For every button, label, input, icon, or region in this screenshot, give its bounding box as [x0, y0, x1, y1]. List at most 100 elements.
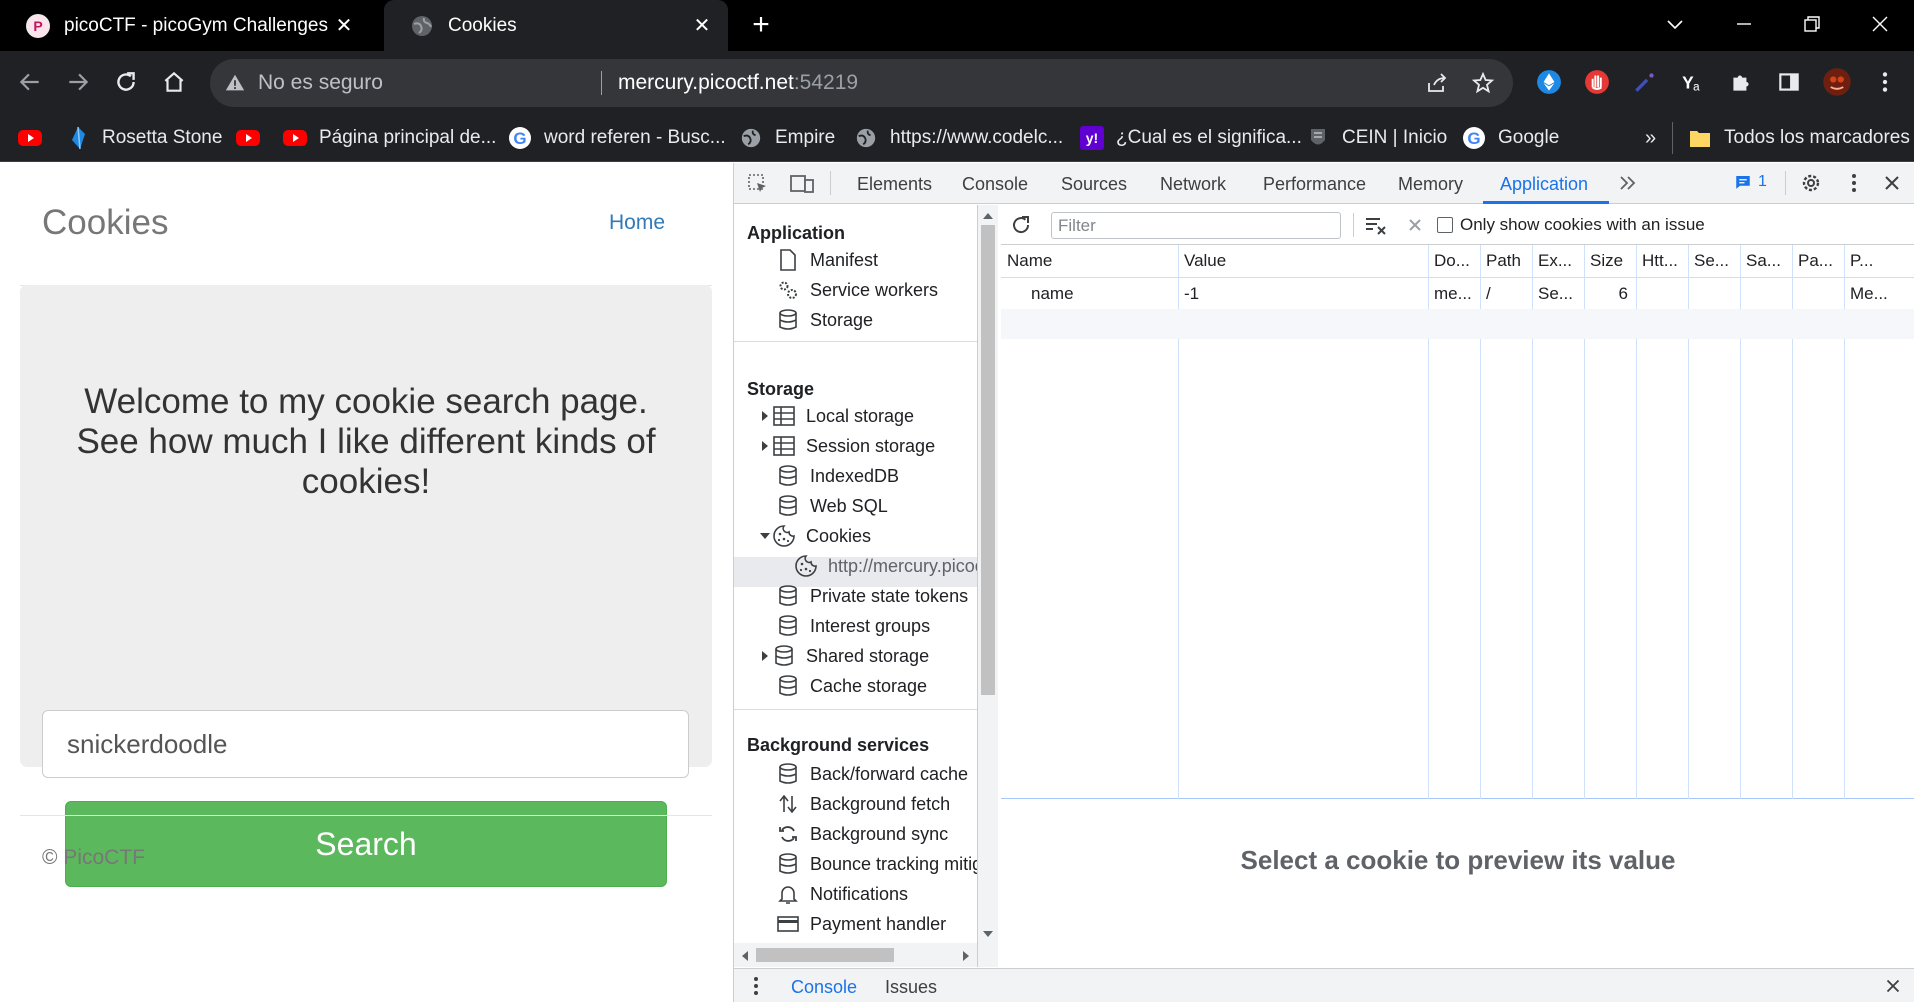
column-header-domain[interactable]: Do...: [1428, 245, 1480, 278]
column-header-priority[interactable]: P...: [1844, 245, 1914, 278]
sidebar-item-web-sql[interactable]: Web SQL: [776, 491, 888, 521]
sidebar-item-interest-groups[interactable]: Interest groups: [776, 611, 930, 641]
gear-icon[interactable]: [1799, 171, 1823, 195]
issues-badge[interactable]: 1: [1734, 173, 1767, 191]
scroll-right-icon[interactable]: [963, 951, 969, 961]
bookmark-codelco[interactable]: https://www.codelc...: [854, 124, 1063, 152]
sidebar-item-payment-handler[interactable]: Payment handler: [776, 909, 946, 939]
refresh-icon[interactable]: [1009, 213, 1033, 237]
avatar[interactable]: [1821, 66, 1853, 98]
new-tab-button[interactable]: +: [746, 10, 776, 40]
chevron-down-icon[interactable]: [1663, 12, 1687, 36]
tab-cookies[interactable]: Cookies ✕: [384, 0, 728, 51]
bookmark-word-referen[interactable]: G word referen - Busc...: [508, 124, 726, 152]
bookmark-cein[interactable]: CEIN | Inicio: [1306, 124, 1447, 152]
extension-translate-icon[interactable]: Ya: [1677, 66, 1709, 98]
share-icon[interactable]: [1425, 71, 1449, 95]
sidebar-item-local-storage[interactable]: Local storage: [758, 401, 914, 431]
sidebar-item-cookie-origin[interactable]: http://mercury.picoctf.net:54219: [794, 551, 977, 581]
tab-memory[interactable]: Memory: [1398, 174, 1463, 195]
more-tabs-icon[interactable]: [1616, 171, 1640, 195]
scroll-down-icon[interactable]: [983, 931, 993, 937]
close-icon[interactable]: ✕: [690, 14, 714, 38]
window-close-icon[interactable]: [1868, 12, 1892, 36]
caret-down-icon[interactable]: [758, 531, 772, 541]
extension-eyedropper-icon[interactable]: [1629, 66, 1661, 98]
cell-priority[interactable]: Me...: [1844, 279, 1914, 309]
extension-ethereum-icon[interactable]: [1533, 66, 1565, 98]
scroll-up-icon[interactable]: [983, 213, 993, 219]
bookmark-google[interactable]: G Google: [1462, 124, 1559, 152]
sidebar-item-manifest[interactable]: Manifest: [776, 245, 878, 275]
close-drawer-icon[interactable]: [1882, 975, 1904, 997]
bookmark-yahoo[interactable]: y! ¿Cual es el significa...: [1080, 124, 1302, 152]
bookmark-youtube-1[interactable]: [18, 124, 54, 152]
inspect-element-icon[interactable]: [746, 172, 770, 196]
clear-all-icon[interactable]: [1403, 213, 1427, 237]
home-icon[interactable]: [158, 66, 190, 98]
column-header-path[interactable]: Path: [1480, 245, 1532, 278]
page-brand[interactable]: Cookies: [42, 203, 168, 243]
kebab-menu-icon[interactable]: [1842, 171, 1866, 195]
sidebar-item-cache-storage[interactable]: Cache storage: [776, 671, 927, 701]
minimize-icon[interactable]: [1732, 12, 1756, 36]
clear-filtered-icon[interactable]: [1363, 213, 1389, 237]
cell-name[interactable]: name: [1025, 279, 1175, 309]
scroll-left-icon[interactable]: [742, 951, 748, 961]
tab-picoctf[interactable]: P picoCTF - picoGym Challenges ✕: [0, 0, 370, 51]
back-icon[interactable]: [14, 66, 46, 98]
sidebar-item-indexeddb[interactable]: IndexedDB: [776, 461, 899, 491]
caret-right-icon[interactable]: [758, 410, 772, 422]
sidebar-item-background-fetch[interactable]: Background fetch: [776, 789, 950, 819]
cell-value[interactable]: -1: [1178, 279, 1428, 309]
kebab-menu-icon[interactable]: [1869, 66, 1901, 98]
all-bookmarks-folder[interactable]: Todos los marcadores: [1688, 124, 1910, 152]
tab-console[interactable]: Console: [962, 174, 1028, 195]
search-button[interactable]: Search: [65, 801, 667, 887]
sidebar-item-session-storage[interactable]: Session storage: [758, 431, 935, 461]
column-header-secure[interactable]: Se...: [1688, 245, 1740, 278]
filter-input[interactable]: Filter: [1051, 212, 1341, 239]
column-header-size[interactable]: Size: [1584, 245, 1636, 278]
sidebar-horizontal-scrollbar[interactable]: [734, 943, 977, 967]
sidebar-item-bfcache[interactable]: Back/forward cache: [776, 759, 968, 789]
cell-domain[interactable]: me...: [1428, 279, 1480, 309]
close-devtools-icon[interactable]: [1880, 171, 1904, 195]
sidebar-item-service-workers[interactable]: Service workers: [776, 275, 938, 305]
scrollbar-thumb[interactable]: [756, 948, 894, 962]
drawer-tab-issues[interactable]: Issues: [885, 977, 937, 998]
column-header-httponly[interactable]: Htt...: [1636, 245, 1688, 278]
caret-right-icon[interactable]: [758, 650, 772, 662]
table-row[interactable]: name -1 me... / Se... 6 Me...: [1001, 279, 1914, 309]
security-label[interactable]: No es seguro: [258, 71, 383, 95]
address-bar[interactable]: No es seguro mercury.picoctf.net:54219: [210, 59, 1513, 107]
device-toolbar-icon[interactable]: [789, 172, 815, 196]
sidebar-vertical-scrollbar[interactable]: [978, 205, 998, 967]
sidebar-item-cookies[interactable]: Cookies: [758, 521, 871, 551]
restore-icon[interactable]: [1800, 12, 1824, 36]
tab-application[interactable]: Application: [1500, 174, 1588, 195]
tab-sources[interactable]: Sources: [1061, 174, 1127, 195]
tab-performance[interactable]: Performance: [1263, 174, 1366, 195]
drawer-menu-icon[interactable]: [746, 975, 766, 997]
sidebar-item-private-state-tokens[interactable]: Private state tokens: [776, 581, 968, 611]
only-issues-checkbox[interactable]: [1437, 217, 1453, 233]
nav-home-link[interactable]: Home: [609, 211, 665, 235]
reload-icon[interactable]: [110, 66, 142, 98]
url-text[interactable]: mercury.picoctf.net:54219: [618, 71, 858, 95]
cell-path[interactable]: /: [1480, 279, 1532, 309]
cell-size[interactable]: 6: [1584, 279, 1636, 309]
bookmark-empire[interactable]: Empire: [739, 124, 835, 152]
cookie-search-input[interactable]: snickerdoodle: [42, 710, 689, 778]
forward-icon[interactable]: [62, 66, 94, 98]
sidebar-item-storage[interactable]: Storage: [776, 305, 873, 335]
column-header-name[interactable]: Name: [1001, 245, 1178, 278]
sidebar-item-notifications[interactable]: Notifications: [776, 879, 908, 909]
column-header-value[interactable]: Value: [1178, 245, 1428, 278]
tab-elements[interactable]: Elements: [857, 174, 932, 195]
sidebar-item-shared-storage[interactable]: Shared storage: [758, 641, 929, 671]
side-panel-icon[interactable]: [1773, 66, 1805, 98]
sidebar-item-background-sync[interactable]: Background sync: [776, 819, 948, 849]
warning-icon[interactable]: [224, 72, 246, 94]
drawer-tab-console[interactable]: Console: [791, 977, 857, 998]
